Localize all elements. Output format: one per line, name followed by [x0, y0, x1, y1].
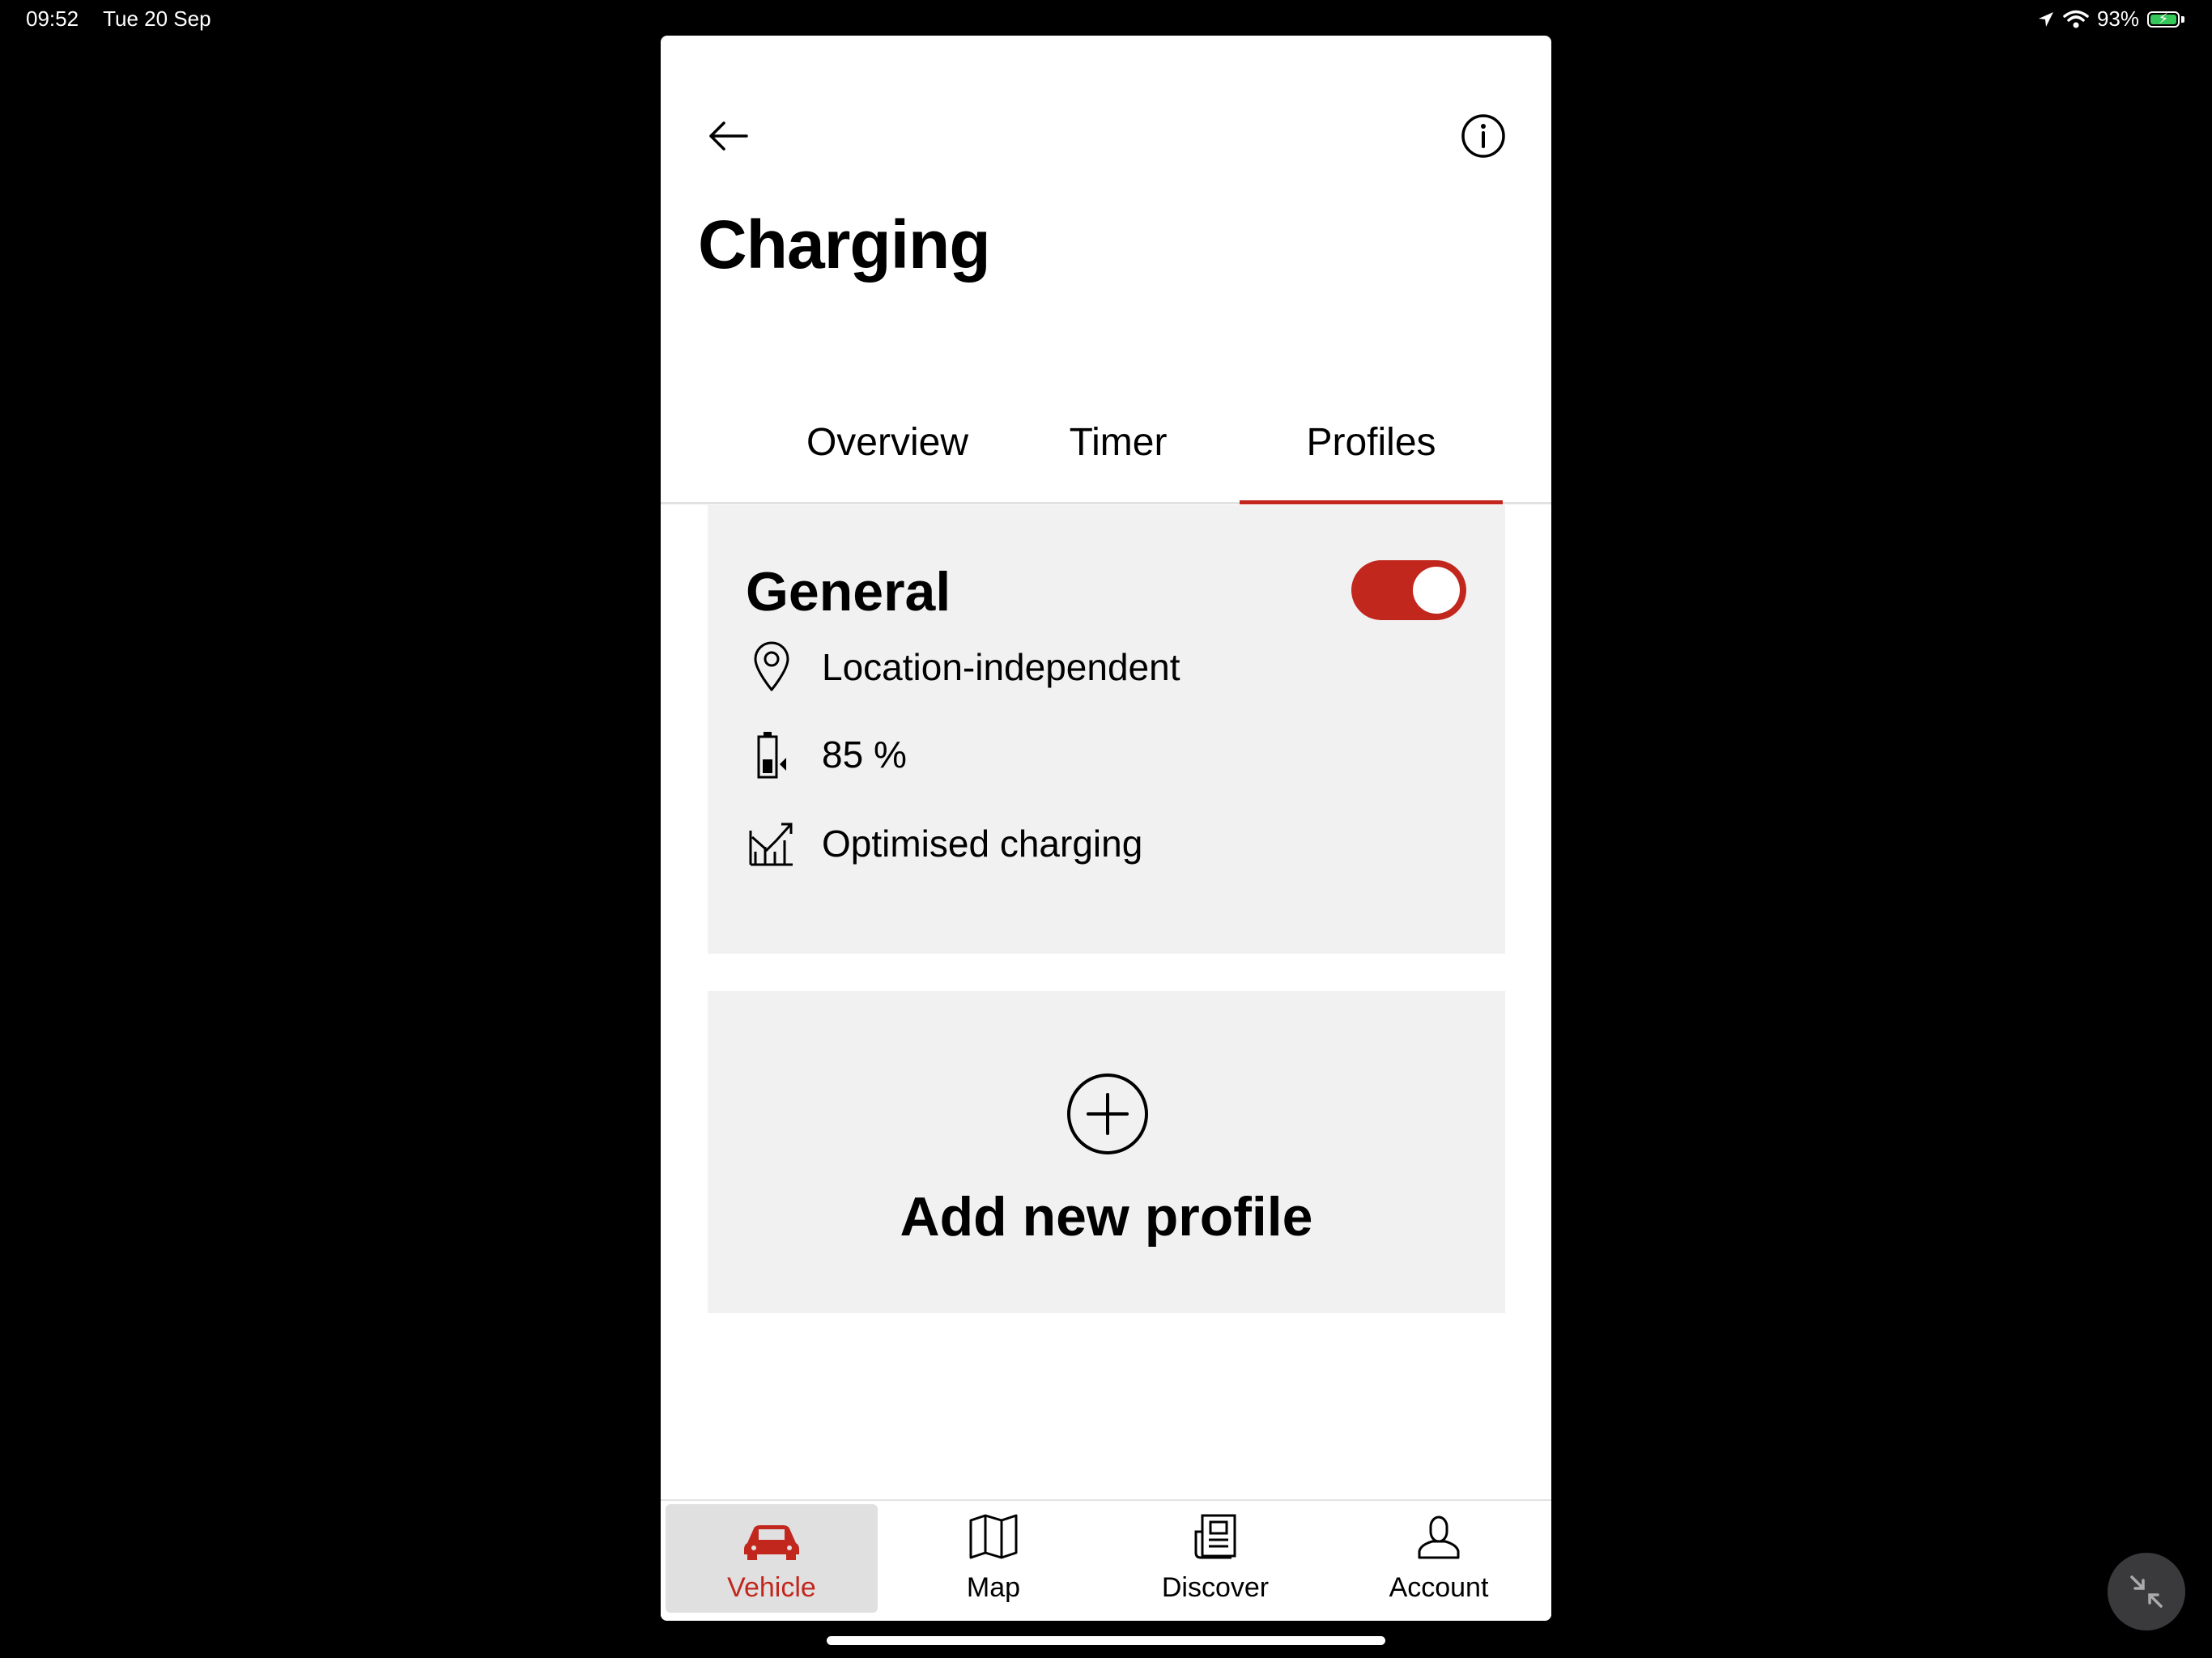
info-icon: [1461, 114, 1505, 158]
arrow-left-icon: [709, 121, 748, 151]
back-button[interactable]: [703, 110, 755, 162]
status-bar-right: 93% ⚡: [2037, 6, 2184, 32]
profile-location-text: Location-independent: [822, 646, 1180, 688]
nav-vehicle[interactable]: Vehicle: [666, 1504, 878, 1613]
car-icon: [744, 1525, 799, 1560]
nav-map-label: Map: [966, 1572, 1021, 1603]
user-icon: [1418, 1516, 1460, 1559]
wifi-icon: [2063, 10, 2089, 28]
status-bar-left: 09:52 Tue 20 Sep: [26, 6, 211, 32]
tab-bar: Overview Timer Profiles: [661, 376, 1551, 504]
collapse-window-button[interactable]: [2108, 1553, 2185, 1630]
tab-overview[interactable]: Overview: [766, 420, 1009, 465]
news-icon: [1194, 1514, 1236, 1559]
active-tab-indicator: [1240, 500, 1503, 504]
nav-discover[interactable]: Discover: [1109, 1504, 1321, 1613]
plus-circle-icon: [1067, 1073, 1148, 1154]
location-pin-icon: [746, 641, 798, 693]
battery-charge-icon: [746, 729, 798, 780]
nav-account[interactable]: Account: [1333, 1504, 1545, 1613]
tab-timer[interactable]: Timer: [1017, 420, 1219, 465]
battery-percent: 93%: [2096, 6, 2139, 31]
status-time: 09:52: [26, 6, 79, 31]
bottom-navigation: Vehicle Map Discover Account: [661, 1499, 1551, 1621]
nav-map[interactable]: Map: [887, 1504, 1100, 1613]
info-button[interactable]: [1457, 110, 1509, 162]
add-new-profile-card[interactable]: Add new profile: [708, 991, 1505, 1313]
profile-name: General: [746, 561, 951, 623]
status-date: Tue 20 Sep: [103, 6, 211, 31]
profile-charging-mode-row: Optimised charging: [746, 811, 1142, 876]
home-indicator[interactable]: [827, 1636, 1385, 1645]
nav-discover-label: Discover: [1161, 1572, 1270, 1603]
chart-trend-icon: [746, 818, 798, 869]
profile-enable-toggle[interactable]: [1351, 560, 1466, 620]
toggle-knob: [1413, 567, 1460, 614]
nav-vehicle-label: Vehicle: [727, 1572, 816, 1603]
battery-icon: ⚡: [2147, 11, 2184, 28]
collapse-arrows-icon: [2130, 1575, 2163, 1608]
profile-target-charge-row: 85 %: [746, 722, 907, 787]
profile-location-row: Location-independent: [746, 635, 1180, 699]
tab-profiles[interactable]: Profiles: [1240, 420, 1503, 465]
location-arrow-icon: [2038, 11, 2053, 27]
charging-app-window: Charging Overview Timer Profiles General…: [661, 36, 1551, 1621]
profile-target-charge-text: 85 %: [822, 733, 907, 776]
add-new-profile-label: Add new profile: [900, 1186, 1313, 1248]
profile-card-general[interactable]: General Location-independent 85 % Optimi…: [708, 505, 1505, 954]
map-icon: [969, 1514, 1018, 1559]
page-title: Charging: [698, 206, 991, 283]
profile-charging-mode-text: Optimised charging: [822, 823, 1143, 865]
nav-account-label: Account: [1389, 1572, 1489, 1603]
